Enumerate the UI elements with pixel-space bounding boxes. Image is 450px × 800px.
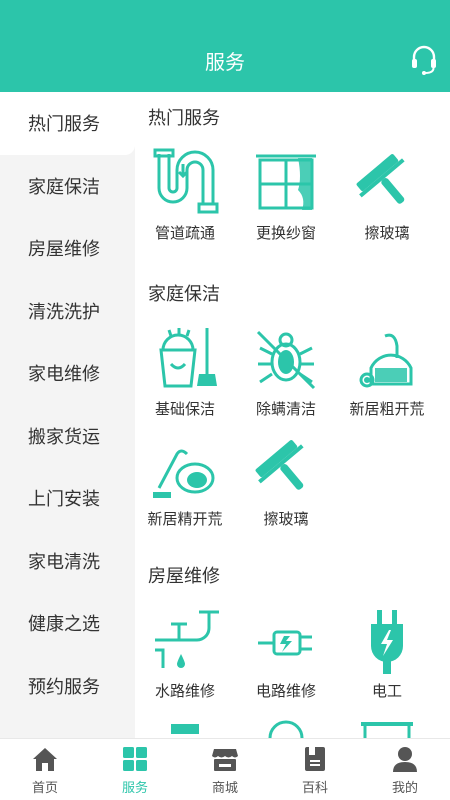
electric-plug-icon [371, 610, 403, 674]
page-title: 服务 [205, 50, 245, 74]
tab-encyclopedia[interactable]: 百科 [270, 739, 360, 800]
vacuum-icon [359, 333, 413, 388]
service-replace-screen[interactable]: 更换纱窗 [236, 148, 336, 243]
service-window-cleaning[interactable]: 擦玻璃 [337, 148, 437, 243]
sidebar-item-home-cleaning[interactable]: 家庭保洁 [0, 155, 135, 218]
app-header: 服务 [0, 0, 450, 92]
service-label: 擦玻璃 [263, 510, 309, 528]
sidebar-item-appointment[interactable]: 预约服务 [0, 655, 135, 718]
partial-service-icon [268, 720, 304, 738]
service-label: 电工 [371, 682, 402, 700]
tab-label: 服务 [121, 781, 148, 796]
plug-icon [258, 630, 312, 656]
book-icon [305, 747, 325, 771]
sidebar-item-label: 热门服务 [28, 114, 100, 136]
service-electrician[interactable]: 电工 [337, 606, 437, 701]
service-fine-new-home[interactable]: 新居精开荒 [135, 434, 235, 529]
sidebar-item-label: 家电维修 [28, 364, 100, 386]
bucket-mop-icon [159, 328, 217, 388]
tab-label: 我的 [391, 781, 418, 796]
partial-service-icon [171, 724, 199, 734]
faucet-icon [155, 610, 219, 668]
service-rough-new-home[interactable]: 新居粗开荒 [337, 324, 437, 419]
sidebar-item-label: 清洗洗护 [28, 301, 100, 323]
headset-icon[interactable] [410, 44, 438, 76]
partial-service-icon [361, 722, 413, 738]
sidebar-item-health[interactable]: 健康之选 [0, 592, 135, 655]
user-icon [393, 747, 417, 772]
sidebar-item-label: 预约服务 [28, 676, 100, 698]
section-title: 房屋维修 [148, 566, 220, 587]
sidebar-item-appliance-repair[interactable]: 家电维修 [0, 342, 135, 405]
service-basic-cleaning[interactable]: 基础保洁 [135, 324, 235, 419]
tab-mine[interactable]: 我的 [360, 739, 450, 800]
sidebar-item-house-repair[interactable]: 房屋维修 [0, 217, 135, 280]
sidebar-item-label: 健康之选 [28, 614, 100, 636]
sidebar-item-label: 上门安装 [28, 489, 100, 511]
service-circuit-repair[interactable]: 电路维修 [236, 606, 336, 701]
service-label: 除螨清洁 [255, 400, 316, 418]
service-label: 擦玻璃 [364, 224, 410, 242]
tab-shop[interactable]: 商城 [180, 739, 270, 800]
home-icon [33, 748, 57, 771]
tab-label: 百科 [301, 781, 328, 796]
category-sidebar: 热门服务 家庭保洁 房屋维修 清洗洗护 家电维修 搬家货运 上门安装 家电清洗 … [0, 92, 135, 738]
tab-services[interactable]: 服务 [90, 739, 180, 800]
shop-icon [212, 749, 238, 771]
section-title: 家庭保洁 [148, 284, 220, 305]
service-label: 新居粗开荒 [349, 400, 425, 418]
sidebar-item-installation[interactable]: 上门安装 [0, 467, 135, 530]
service-label: 更换纱窗 [255, 224, 316, 242]
sidebar-item-moving[interactable]: 搬家货运 [0, 405, 135, 468]
sidebar-item-label: 家电清洗 [28, 551, 100, 573]
service-label: 水路维修 [154, 682, 215, 700]
sidebar-item-label: 搬家货运 [28, 426, 100, 448]
bottom-tab-bar: 首页 服务 商城 百科 我的 [0, 738, 450, 800]
service-plumbing-repair[interactable]: 水路维修 [135, 606, 235, 701]
service-mite-removal[interactable]: 除螨清洁 [236, 324, 336, 419]
squeegee-icon [255, 440, 304, 490]
service-label: 管道疏通 [154, 224, 215, 242]
service-label: 基础保洁 [154, 400, 215, 418]
no-mite-icon [256, 330, 316, 390]
service-label: 新居精开荒 [147, 510, 223, 528]
tab-home[interactable]: 首页 [0, 739, 90, 800]
squeegee-icon [356, 154, 405, 204]
sidebar-item-label: 房屋维修 [28, 239, 100, 261]
section-title: 热门服务 [148, 108, 220, 129]
service-pipe-unclog[interactable]: 管道疏通 [135, 148, 235, 243]
tab-label: 商城 [211, 781, 238, 796]
sidebar-item-appliance-cleaning[interactable]: 家电清洗 [0, 530, 135, 593]
service-window-cleaning-2[interactable]: 擦玻璃 [236, 434, 336, 529]
sidebar-item-label: 家庭保洁 [28, 176, 100, 198]
sidebar-item-washing[interactable]: 清洗洗护 [0, 280, 135, 343]
sidebar-item-hot[interactable]: 热门服务 [0, 92, 135, 155]
service-label: 电路维修 [255, 682, 316, 700]
vacuum-small-icon [153, 449, 215, 498]
service-content: 热门服务 管道疏通 更换纱窗 擦玻璃 家庭保洁 基础保洁 除螨清洁 新居粗开荒 … [135, 92, 450, 738]
window-curtain-icon [256, 154, 316, 210]
pipe-icon [153, 148, 219, 214]
grid-icon [123, 747, 147, 771]
tab-label: 首页 [31, 781, 58, 796]
